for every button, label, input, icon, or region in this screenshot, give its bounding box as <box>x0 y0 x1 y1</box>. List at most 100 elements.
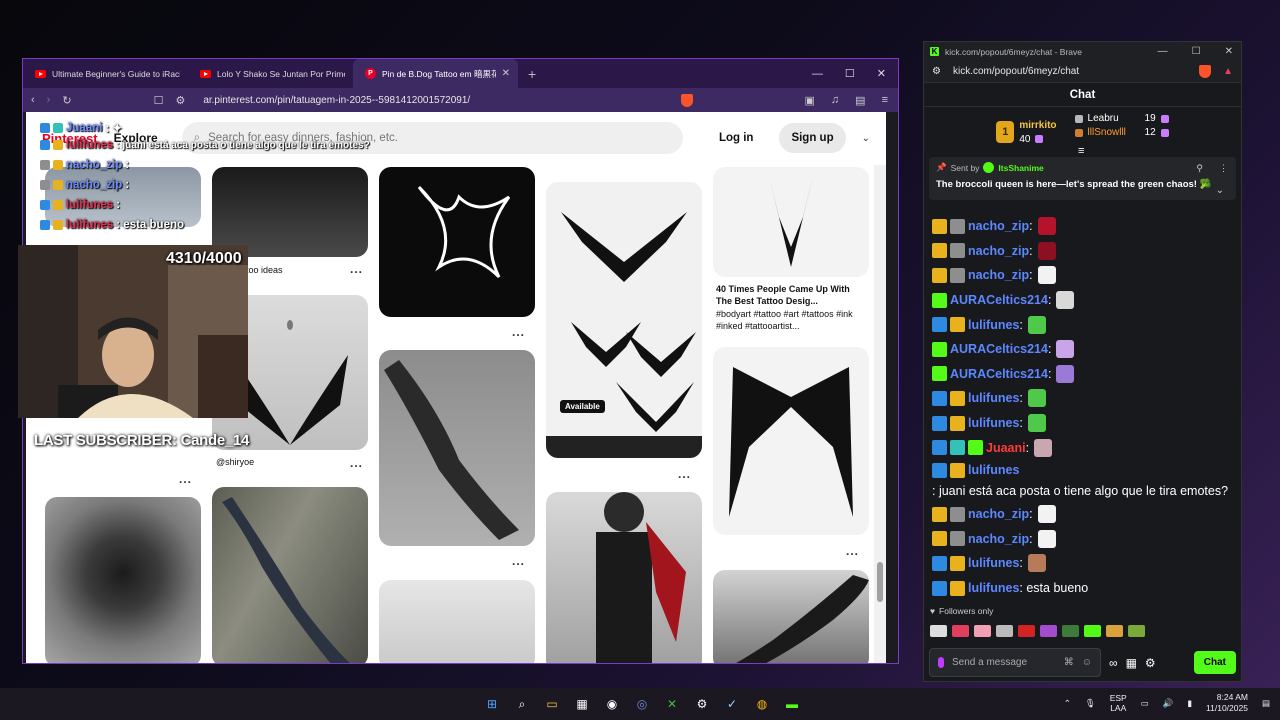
chevron-down-icon[interactable]: ⌄ <box>1216 185 1224 196</box>
tab-lolo-shako[interactable]: Lolo Y Shako Se Juntan Por Primera V <box>188 59 353 88</box>
sidebar-icon[interactable]: ▤ <box>855 94 865 107</box>
chat-message[interactable]: nacho_zip: <box>932 502 1233 527</box>
chat-message[interactable]: nacho_zip: <box>932 239 1233 264</box>
chat-username[interactable]: lulifunes <box>968 389 1019 407</box>
signup-button[interactable]: Sign up <box>779 123 846 153</box>
tab-close-icon[interactable]: ✕ <box>502 68 510 79</box>
network-icon[interactable]: ▭ <box>1141 698 1149 709</box>
pin-card[interactable] <box>212 487 368 663</box>
close-icon[interactable]: ✕ <box>1225 46 1233 57</box>
leader-first[interactable]: 1 mirrkito 40 <box>996 113 1057 151</box>
pin-card[interactable] <box>379 580 535 663</box>
chat-message[interactable]: AURACeltics214: <box>932 288 1233 313</box>
more-options[interactable]: ... <box>678 467 691 481</box>
reload-icon[interactable]: ↻ <box>62 94 71 107</box>
chat-message[interactable]: lulifunes: <box>932 386 1233 411</box>
forward-icon[interactable]: › <box>47 94 51 106</box>
windows-start-icon[interactable]: ⊞ <box>482 694 502 714</box>
site-info-icon[interactable]: ⚙ <box>175 94 185 107</box>
chat-message[interactable]: AURACeltics214: <box>932 337 1233 362</box>
screenshot-icon[interactable]: ▣ <box>805 94 815 107</box>
tab-iracing-guide[interactable]: Ultimate Beginner's Guide to iRacing <box>23 59 188 88</box>
emoji-icon[interactable]: ☺ <box>1082 657 1092 668</box>
pin-card[interactable] <box>546 492 702 663</box>
emote-icon[interactable] <box>1062 625 1079 637</box>
send-chat-button[interactable]: Chat <box>1193 651 1236 674</box>
maximize-icon[interactable]: ☐ <box>1192 46 1201 57</box>
brave-shield-icon[interactable] <box>1199 65 1212 78</box>
chat-username[interactable]: lulifunes <box>968 316 1019 334</box>
more-options[interactable]: ... <box>846 544 859 558</box>
more-options[interactable]: ... <box>179 472 192 486</box>
tab-pinterest-active[interactable]: P Pin de B.Dog Tattoo em 暗黒花 ✕ <box>353 59 518 88</box>
bookmark-icon[interactable]: ☐ <box>154 94 164 107</box>
pinned-sender[interactable]: ItsShanime <box>998 163 1043 173</box>
site-info-icon[interactable]: ⚙ <box>932 66 941 77</box>
chevron-up-icon[interactable]: ⌃ <box>1064 698 1071 709</box>
chat-username[interactable]: lulifunes <box>968 579 1019 597</box>
chat-message[interactable]: nacho_zip: <box>932 263 1233 288</box>
chat-username[interactable]: nacho_zip <box>968 242 1029 260</box>
more-icon[interactable]: ⋮ <box>1219 163 1228 174</box>
emote-icon[interactable] <box>1106 625 1123 637</box>
chat-message[interactable]: AURACeltics214: <box>932 362 1233 387</box>
steam-icon[interactable]: ⚙ <box>692 694 712 714</box>
chat-username[interactable]: nacho_zip <box>968 266 1029 284</box>
emote-icon[interactable] <box>996 625 1013 637</box>
search-icon[interactable]: ⌕ <box>512 694 532 714</box>
more-options[interactable]: ... <box>512 325 525 339</box>
github-icon[interactable]: ◉ <box>602 694 622 714</box>
chat-username[interactable]: nacho_zip <box>968 505 1029 523</box>
brave-shield-icon[interactable] <box>680 93 693 107</box>
chat-username[interactable]: nacho_zip <box>968 530 1029 548</box>
chat-message[interactable]: Juaani: <box>932 435 1233 460</box>
brave-rewards-icon[interactable]: ▲ <box>1223 66 1233 77</box>
pin-card[interactable] <box>379 167 535 317</box>
chat-username[interactable]: AURACeltics214 <box>950 291 1048 309</box>
more-options[interactable]: ... <box>350 456 363 470</box>
chat-username[interactable]: AURACeltics214 <box>950 365 1048 383</box>
url-field[interactable]: kick.com/popout/6meyz/chat <box>953 66 1079 77</box>
login-button[interactable]: Log in <box>709 124 764 152</box>
menu-icon[interactable]: ≡ <box>882 94 888 106</box>
message-input[interactable]: Send a message ⌘ ☺ <box>929 648 1101 677</box>
chat-username[interactable]: AURACeltics214 <box>950 340 1048 358</box>
unpin-icon[interactable]: ⚲ <box>1196 163 1203 174</box>
expand-leaderboard-icon[interactable]: ≡ <box>1078 145 1084 157</box>
battery-icon[interactable]: ▮ <box>1187 698 1192 709</box>
url-field[interactable]: ar.pinterest.com/pin/tatuagem-in-2025--5… <box>203 95 470 106</box>
xbox-icon[interactable]: ✕ <box>662 694 682 714</box>
pin-card[interactable] <box>379 350 535 546</box>
emote-icon[interactable] <box>1018 625 1035 637</box>
store-icon[interactable]: ▦ <box>1126 656 1137 670</box>
chrome-icon[interactable]: ◍ <box>752 694 772 714</box>
chat-username[interactable]: lulifunes <box>968 461 1019 479</box>
new-tab-button[interactable]: + <box>518 66 546 82</box>
microphone-icon[interactable]: 🎙 <box>1085 698 1096 709</box>
emote-icon[interactable] <box>1040 625 1057 637</box>
chat-username[interactable]: nacho_zip <box>968 217 1029 235</box>
chat-message[interactable]: nacho_zip: <box>932 214 1233 239</box>
emote-icon[interactable] <box>930 625 947 637</box>
chat-username[interactable]: lulifunes <box>968 554 1019 572</box>
pin-card[interactable] <box>713 167 869 277</box>
infinity-icon[interactable]: ∞ <box>1109 656 1118 670</box>
emote-icon[interactable] <box>1128 625 1145 637</box>
maximize-icon[interactable]: ☐ <box>845 67 855 80</box>
emote-icon[interactable] <box>952 625 969 637</box>
pin-card[interactable] <box>713 570 869 663</box>
more-options[interactable]: ... <box>350 262 363 276</box>
volume-icon[interactable]: 🔊 <box>1163 698 1174 709</box>
command-icon[interactable]: ⌘ <box>1064 657 1074 668</box>
file-explorer-icon[interactable]: ▭ <box>542 694 562 714</box>
leader-row[interactable]: Leabru 19 <box>1074 113 1169 124</box>
pin-card[interactable] <box>713 347 869 535</box>
scrollbar-thumb[interactable] <box>877 562 883 602</box>
media-icon[interactable]: ♫ <box>831 94 839 106</box>
clock[interactable]: 8:24 AM 11/10/2025 <box>1206 692 1248 714</box>
minimize-icon[interactable]: — <box>1158 46 1168 57</box>
chat-message[interactable]: lulifunes: esta bueno <box>932 576 1233 601</box>
notifications-icon[interactable]: ▤ <box>1262 698 1270 709</box>
back-icon[interactable]: ‹ <box>31 94 35 106</box>
emote-icon[interactable] <box>974 625 991 637</box>
